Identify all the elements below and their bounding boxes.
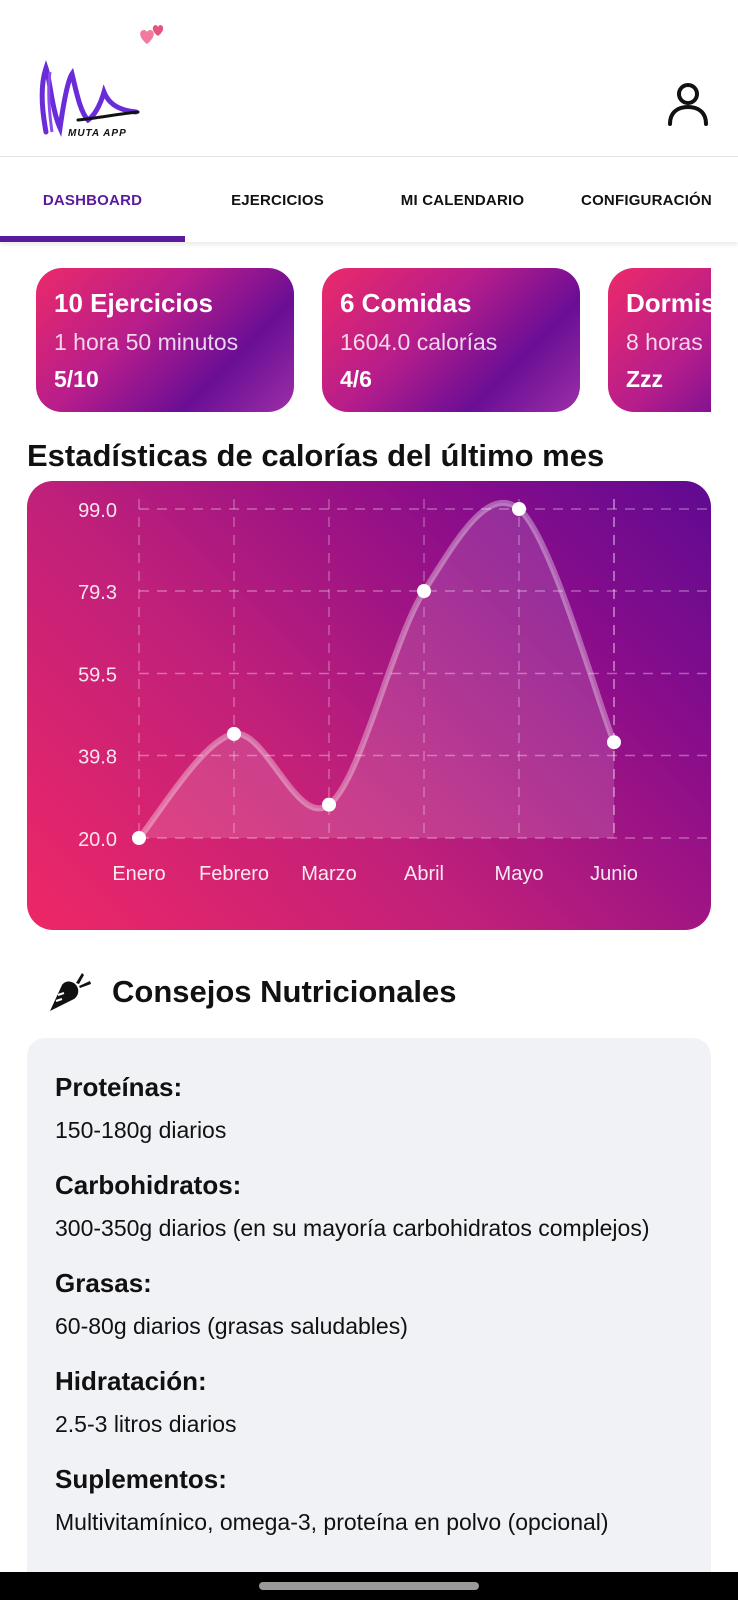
nutrition-item-hydration: Hidratación: 2.5-3 litros diarios — [55, 1366, 683, 1442]
series-area — [139, 502, 614, 838]
data-point — [227, 726, 241, 741]
nutrition-value: 150-180g diarios — [55, 1117, 227, 1143]
data-point — [512, 502, 526, 516]
card-title: 10 Ejercicios — [54, 288, 213, 318]
card-progress: 4/6 — [340, 366, 372, 392]
nutrition-card: Proteínas: 150-180g diarios Carbohidrato… — [27, 1038, 711, 1600]
x-tick-label: Febrero — [199, 863, 269, 885]
nutrition-label: Hidratación: — [55, 1366, 207, 1396]
user-icon[interactable] — [664, 80, 712, 128]
card-subtitle: 1604.0 calorías — [340, 329, 498, 355]
data-point — [607, 735, 621, 750]
y-tick-label: 99.0 — [78, 500, 117, 522]
card-title: 6 Comidas — [340, 288, 472, 318]
card-subtitle: 1 hora 50 minutos — [54, 329, 239, 355]
x-tick-label: Mayo — [495, 863, 544, 885]
y-tick-label: 20.0 — [78, 829, 117, 851]
nutrition-label: Proteínas: — [55, 1072, 183, 1102]
data-point — [132, 831, 146, 845]
tab-dashboard[interactable]: DASHBOARD — [0, 157, 185, 243]
nutrition-value: 2.5-3 litros diarios — [55, 1411, 237, 1437]
nutrition-item-carbs: Carbohidratos: 300-350g diarios (en su m… — [55, 1170, 683, 1246]
x-tick-label: Junio — [590, 863, 638, 885]
data-point — [417, 584, 431, 599]
nutrition-value: Multivitamínico, omega-3, proteína en po… — [55, 1509, 609, 1535]
summary-cards[interactable]: 10 Ejercicios 1 hora 50 minutos 5/10 6 C… — [36, 268, 711, 414]
nutrition-header: Consejos Nutricionales — [46, 962, 457, 1022]
tab-configuracion[interactable]: CONFIGURACIÓN — [555, 157, 738, 243]
tab-ejercicios[interactable]: EJERCICIOS — [185, 157, 370, 243]
nutrition-label: Grasas: — [55, 1268, 152, 1298]
nutrition-value: 60-80g diarios (grasas saludables) — [55, 1313, 408, 1339]
nutrition-item-fats: Grasas: 60-80g diarios (grasas saludable… — [55, 1268, 683, 1344]
carrot-icon — [50, 973, 91, 1011]
exercises-card[interactable]: 10 Ejercicios 1 hora 50 minutos 5/10 — [36, 268, 294, 412]
system-nav-bar — [0, 1572, 738, 1600]
tab-mi-calendario[interactable]: MI CALENDARIO — [370, 157, 555, 243]
nutrition-value: 300-350g diarios (en su mayoría carbohid… — [55, 1215, 650, 1241]
logo-text: MUTA APP — [68, 128, 127, 139]
card-title: Dormis — [626, 288, 711, 318]
y-tick-label: 39.8 — [78, 747, 117, 769]
hearts-icon — [140, 25, 164, 44]
x-tick-label: Marzo — [301, 863, 357, 885]
tab-bar: DASHBOARD EJERCICIOS MI CALENDARIO CONFI… — [0, 156, 738, 242]
x-tick-label: Abril — [404, 863, 444, 885]
card-progress: Zzz — [626, 366, 664, 392]
nutrition-label: Carbohidratos: — [55, 1170, 242, 1200]
active-tab-indicator — [0, 236, 185, 242]
card-subtitle: 8 horas — [626, 329, 703, 355]
app-header: MUTA APP — [0, 0, 738, 156]
card-progress: 5/10 — [54, 366, 99, 392]
home-indicator[interactable] — [259, 1582, 479, 1590]
nutrition-item-proteins: Proteínas: 150-180g diarios — [55, 1072, 683, 1148]
nutrition-label: Suplementos: — [55, 1464, 227, 1494]
calories-chart: 99.0 79.3 59.5 39.8 20.0 Enero Febrero Marzo Abr… — [27, 481, 711, 930]
nutrition-item-supplements: Suplementos: Multivitamínico, omega-3, p… — [55, 1464, 683, 1540]
chart-svg: 99.0 79.3 59.5 39.8 20.0 Enero Febrero Marzo Abr… — [78, 499, 711, 885]
data-point — [322, 797, 336, 812]
nutrition-title: Consejos Nutricionales — [112, 974, 457, 1009]
y-tick-label: 79.3 — [78, 582, 117, 604]
app-logo: MUTA APP — [39, 60, 140, 139]
sleep-card[interactable]: Dormis 8 horas Zzz — [608, 268, 711, 412]
y-tick-label: 59.5 — [78, 665, 117, 687]
stats-title: Estadísticas de calorías del último mes — [27, 438, 605, 473]
meals-card[interactable]: 6 Comidas 1604.0 calorías 4/6 — [322, 268, 580, 412]
x-tick-label: Enero — [112, 863, 165, 885]
